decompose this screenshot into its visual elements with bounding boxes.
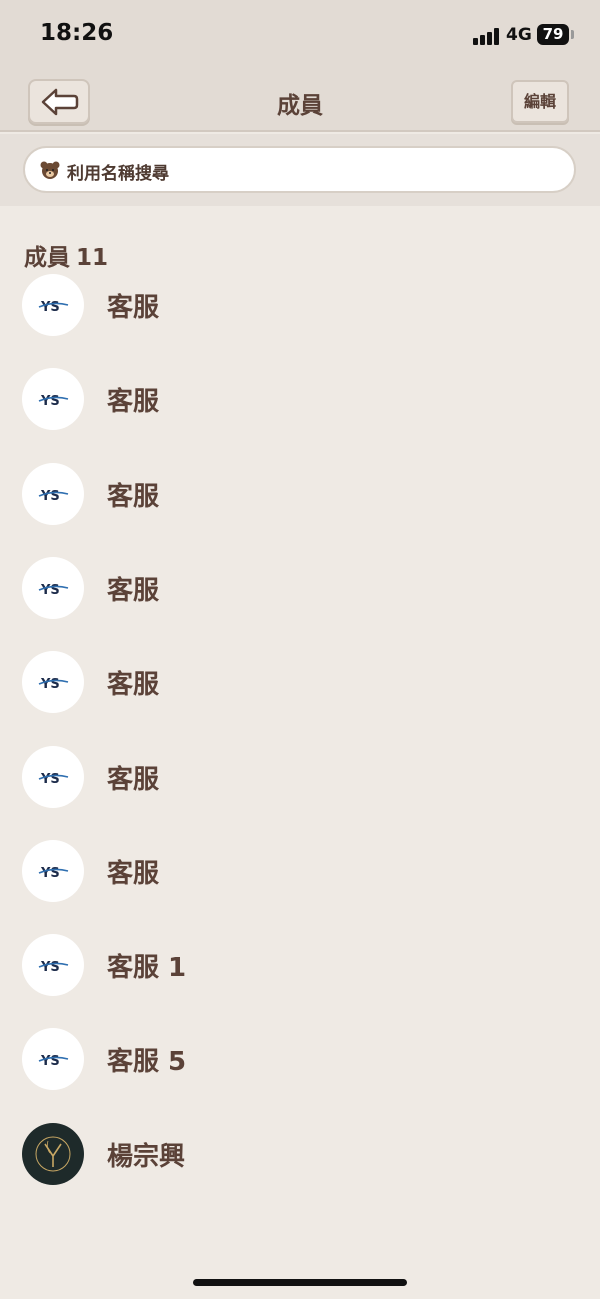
member-name: 客服 <box>107 765 160 795</box>
members-section-header: 成員 11 <box>24 238 108 272</box>
member-name: 客服 <box>107 859 160 889</box>
monogram-icon <box>35 1136 71 1172</box>
svg-text:YS: YS <box>40 300 60 315</box>
ys-logo-icon: YS <box>38 300 69 315</box>
home-indicator <box>193 1279 407 1286</box>
search-input[interactable]: 利用名稱搜尋 <box>23 146 576 193</box>
top-bar: 18:26 4G 79 成員 編輯 <box>0 0 600 132</box>
signal-icon <box>473 27 501 45</box>
svg-text:YS: YS <box>40 677 60 692</box>
avatar: YS <box>22 746 84 808</box>
status-bar: 18:26 4G 79 <box>0 0 600 72</box>
ys-logo-icon: YS <box>38 772 69 787</box>
network-type: 4G <box>506 25 532 45</box>
svg-text:YS: YS <box>40 772 60 787</box>
member-row[interactable]: YS 客服 <box>0 840 600 934</box>
ys-logo-icon: YS <box>38 394 69 409</box>
search-area: 利用名稱搜尋 <box>0 134 600 206</box>
member-row[interactable]: YS 客服 <box>0 463 600 557</box>
avatar: YS <box>22 840 84 902</box>
avatar: YS <box>22 274 84 336</box>
svg-text:YS: YS <box>40 1054 60 1069</box>
member-row[interactable]: YS 客服 1 <box>0 934 600 1028</box>
member-name: 客服 1 <box>107 953 187 983</box>
svg-text:YS: YS <box>40 583 60 598</box>
member-row[interactable]: YS 客服 <box>0 746 600 840</box>
avatar: YS <box>22 1028 84 1090</box>
status-time: 18:26 <box>40 20 114 46</box>
battery-cap <box>571 30 574 39</box>
ys-logo-icon: YS <box>38 960 69 975</box>
member-name: 客服 <box>107 293 160 323</box>
member-row[interactable]: YS 客服 <box>0 274 600 368</box>
avatar: YS <box>22 557 84 619</box>
ys-logo-icon: YS <box>38 677 69 692</box>
member-name: 客服 <box>107 670 160 700</box>
member-name: 客服 <box>107 482 160 512</box>
member-row[interactable]: 楊宗興 <box>0 1123 600 1217</box>
back-button[interactable] <box>28 79 90 124</box>
member-name: 客服 5 <box>107 1047 187 1077</box>
page-title: 成員 <box>277 93 323 119</box>
member-name: 客服 <box>107 387 160 417</box>
member-row[interactable]: YS 客服 5 <box>0 1028 600 1122</box>
battery-icon: 79 <box>537 24 569 45</box>
avatar: YS <box>22 463 84 525</box>
member-name: 客服 <box>107 576 160 606</box>
member-row[interactable]: YS 客服 <box>0 368 600 462</box>
member-row[interactable]: YS 客服 <box>0 557 600 651</box>
members-count: 11 <box>76 245 109 271</box>
ys-logo-icon: YS <box>38 866 69 881</box>
edit-button[interactable]: 編輯 <box>511 80 569 123</box>
svg-text:YS: YS <box>40 960 60 975</box>
ys-logo-icon: YS <box>38 1054 69 1069</box>
member-row[interactable]: YS 客服 <box>0 651 600 745</box>
back-arrow-icon <box>41 88 79 116</box>
ys-logo-icon: YS <box>38 489 69 504</box>
avatar: YS <box>22 934 84 996</box>
members-section-label: 成員 <box>24 245 70 271</box>
bear-icon <box>40 161 60 179</box>
avatar: YS <box>22 368 84 430</box>
member-name: 楊宗興 <box>107 1142 186 1172</box>
avatar: YS <box>22 651 84 713</box>
search-placeholder: 利用名稱搜尋 <box>67 164 169 184</box>
svg-text:YS: YS <box>40 866 60 881</box>
svg-text:YS: YS <box>40 489 60 504</box>
svg-text:YS: YS <box>40 394 60 409</box>
avatar <box>22 1123 84 1185</box>
ys-logo-icon: YS <box>38 583 69 598</box>
